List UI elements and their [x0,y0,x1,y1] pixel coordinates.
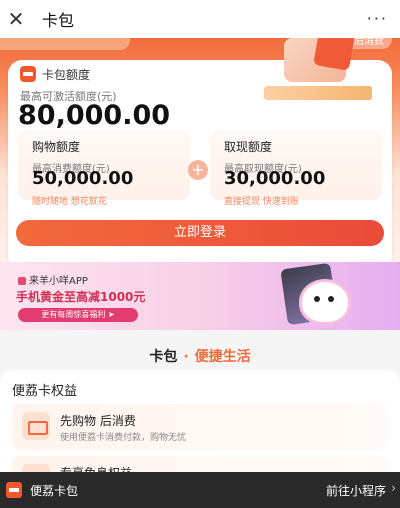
gift-base [264,86,372,100]
login-button[interactable]: 立即登录 [16,220,384,246]
rights-item-name: 先购物 后消费 [60,414,136,428]
rights-item[interactable]: 先购物 后消费 使用便荔卡消费付款，购物无忧 [12,404,388,450]
section-title-dot: · [183,349,189,365]
open-mini-program-link[interactable]: 前往小程序 [326,482,386,499]
mini-program-bar[interactable]: 便荔卡包 前往小程序 › [0,472,400,508]
cash-credit-title: 取现额度 [224,140,273,154]
mini-program-name: 便荔卡包 [30,484,79,498]
chevron-right-icon: › [391,481,396,495]
promo-button[interactable]: 更有每周惊喜福利 ➤ [18,308,138,322]
hero-brand-mark [0,38,130,50]
section-title: 卡包 · 便捷生活 [0,346,400,366]
cash-credit-amount: 30,000.00 [224,168,326,189]
cash-credit-note: 直接提现 快速到账 [224,197,299,207]
page-title: 卡包 [42,11,75,30]
shopping-credit-note: 随时随地 想花就花 [32,197,107,207]
shopping-credit-card[interactable]: 购物额度 最高消费额度(元) 50,000.00 随时随地 想花就花 [18,130,190,207]
promo-app-name: 来羊小咩APP [18,272,88,287]
card-rights-panel: 便荔卡权益 先购物 后消费 使用便荔卡消费付款，购物无忧 专享免息权益 [0,370,400,502]
section-title-part-b: 便捷生活 [194,349,251,365]
cart-icon [22,412,50,440]
cash-credit-card[interactable]: 取现额度 最高取现额度(元) 30,000.00 直接提现 快速到账 [210,130,382,207]
close-icon[interactable]: ✕ [2,7,30,31]
section-title-part-a: 卡包 [149,349,178,365]
promo-banner[interactable]: 来羊小咩APP 手机黄金至高减1000元 更有每周惊喜福利 ➤ [0,262,400,330]
wallet-icon [20,66,36,82]
wallet-icon [6,482,22,498]
mascot-illustration [302,282,348,322]
promo-headline: 手机黄金至高减1000元 [16,290,146,304]
shopping-credit-title: 购物额度 [32,140,81,154]
wallet-label: 卡包额度 [42,68,91,82]
top-bar: ✕ 卡包 ··· [0,0,400,38]
more-menu-icon[interactable]: ··· [367,9,388,28]
shopping-credit-amount: 50,000.00 [32,168,134,189]
rights-item-desc: 使用便荔卡消费付款，购物无忧 [60,433,187,443]
max-credit-amount: 80,000.00 [18,100,171,131]
card-rights-title: 便荔卡权益 [12,384,78,399]
gift-box-illustration [258,29,378,110]
plus-icon: + [188,160,208,180]
